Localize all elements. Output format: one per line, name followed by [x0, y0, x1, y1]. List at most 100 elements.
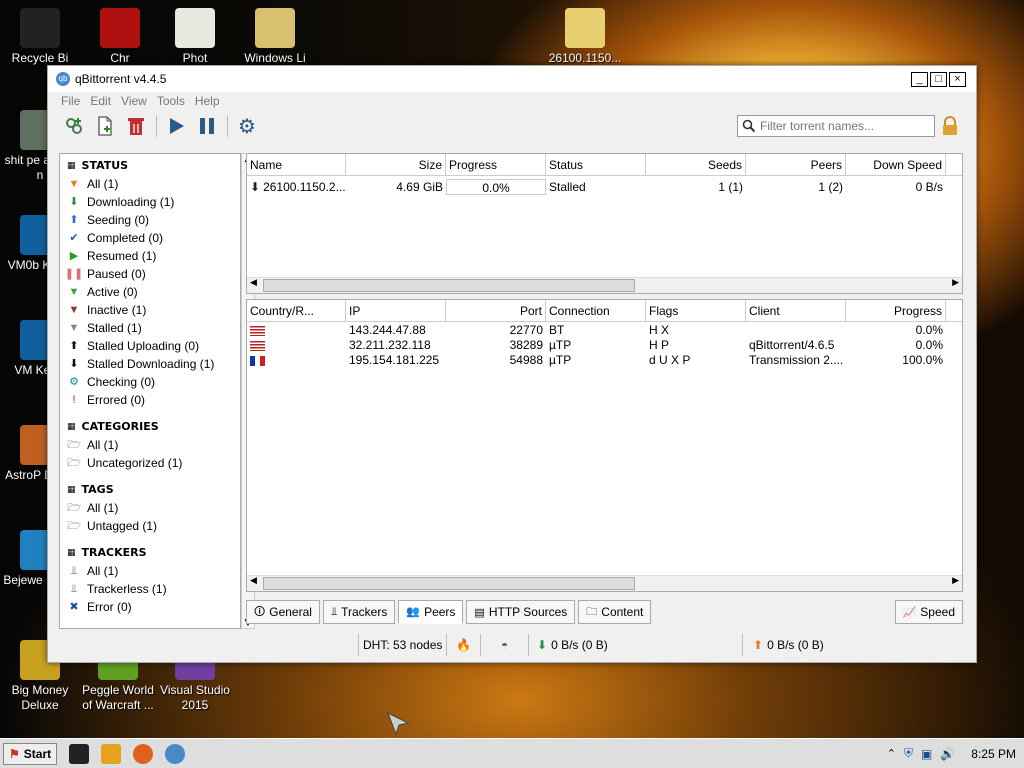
monitor-icon[interactable]: ▣: [921, 747, 932, 761]
lock-icon[interactable]: [941, 116, 959, 136]
download-speed-status[interactable]: ⬇ 0 B/s (0 B): [528, 634, 742, 656]
tab-peers[interactable]: 👥 Peers: [398, 600, 464, 624]
menu-help[interactable]: Help: [195, 94, 220, 108]
volume-icon[interactable]: 🔊: [940, 747, 955, 761]
resume-button[interactable]: [165, 115, 187, 137]
add-torrent-link-button[interactable]: [63, 115, 85, 137]
col-down-speed[interactable]: Down Speed: [846, 154, 946, 175]
peers-hscrollbar[interactable]: ◀ ▶: [247, 575, 962, 591]
pause-button[interactable]: [196, 115, 218, 137]
sidebar-item[interactable]: 🗁 Uncategorized (1): [60, 454, 240, 472]
menu-tools[interactable]: Tools: [157, 94, 185, 108]
sidebar-item[interactable]: ⬇ Stalled Downloading (1): [60, 355, 240, 373]
speed-button[interactable]: 📈 Speed: [894, 600, 963, 624]
torrent-row[interactable]: ⬇ 26100.1150.2... 4.69 GiB 0.0% Stalled 1…: [247, 179, 962, 195]
maximize-button[interactable]: □: [930, 71, 947, 87]
filter-box[interactable]: [737, 115, 935, 137]
speed-limit-icon[interactable]: ◓: [480, 634, 528, 656]
sidebar-item[interactable]: ⬆ Seeding (0): [60, 211, 240, 229]
clock[interactable]: 8:25 PM: [971, 747, 1016, 761]
title-bar[interactable]: qb qBittorrent v4.4.5 _ □ ×: [48, 66, 976, 92]
col-client[interactable]: Client: [746, 300, 846, 321]
tab-content[interactable]: 🗀 Content: [578, 600, 652, 624]
flame-icon[interactable]: 🔥: [446, 634, 480, 656]
tray-expand-icon[interactable]: ⌃: [887, 747, 896, 760]
col-country[interactable]: Country/R...: [247, 300, 346, 321]
sidebar-item[interactable]: ⚙ Checking (0): [60, 373, 240, 391]
scroll-right-icon[interactable]: ▶: [952, 278, 959, 288]
sidebar-item[interactable]: ✖ Error (0): [60, 598, 240, 616]
sidebar-item[interactable]: ▶ Resumed (1): [60, 247, 240, 265]
collapse-icon[interactable]: ▦: [67, 481, 76, 499]
peer-row[interactable]: 32.211.232.118 38289 µTP H P qBittorrent/4.6…: [247, 338, 962, 353]
sidebar-item[interactable]: 🗁 Untagged (1): [60, 517, 240, 535]
delete-button[interactable]: [125, 115, 147, 137]
scroll-thumb[interactable]: [263, 279, 635, 292]
sidebar-item[interactable]: ⫫ All (1): [60, 562, 240, 580]
scroll-left-icon[interactable]: ◀: [250, 576, 257, 586]
firefox-icon[interactable]: [133, 743, 154, 764]
menu-view[interactable]: View: [121, 94, 147, 108]
filter-input[interactable]: [760, 119, 930, 133]
sidebar-item[interactable]: ▼ All (1): [60, 175, 240, 193]
tab-http-sources[interactable]: ▤ HTTP Sources: [466, 600, 576, 624]
collapse-icon[interactable]: ▦: [67, 157, 76, 175]
torrent-list-header: Name Size Progress Status Seeds Peers Do…: [247, 154, 962, 176]
sidebar-item-label: Trackerless (1): [87, 582, 167, 596]
collapse-icon[interactable]: ▦: [67, 418, 76, 436]
col-status[interactable]: Status: [546, 154, 646, 175]
media-player-icon[interactable]: [101, 743, 122, 764]
options-button[interactable]: ⚙: [236, 114, 258, 138]
scroll-left-icon[interactable]: ◀: [250, 278, 257, 288]
sidebar-item[interactable]: 🗁 All (1): [60, 499, 240, 517]
minimize-button[interactable]: _: [911, 71, 928, 87]
close-button[interactable]: ×: [949, 71, 966, 87]
sidebar-item[interactable]: ▼ Stalled (1): [60, 319, 240, 337]
collapse-icon[interactable]: ▦: [67, 544, 76, 562]
torrent-list-hscrollbar[interactable]: ◀ ▶: [247, 277, 962, 293]
sidebar-item[interactable]: 🗁 All (1): [60, 436, 240, 454]
desktop-icon-label: Recycle Bi: [11, 51, 69, 65]
peer-row[interactable]: 195.154.181.225 54988 µTP d U X P Transmissi…: [247, 353, 962, 368]
sidebar-item[interactable]: ⬆ Stalled Uploading (0): [60, 337, 240, 355]
sidebar-item[interactable]: ! Errored (0): [60, 391, 240, 409]
start-button[interactable]: ⚑ Start: [3, 742, 58, 765]
peer-port: 54988: [509, 353, 543, 367]
menu-edit[interactable]: Edit: [90, 94, 111, 108]
scroll-right-icon[interactable]: ▶: [952, 576, 959, 586]
col-flags[interactable]: Flags: [646, 300, 746, 321]
col-size[interactable]: Size: [346, 154, 446, 175]
shield-icon[interactable]: ⛨: [904, 746, 913, 761]
sidebar-item[interactable]: ⫫ Trackerless (1): [60, 580, 240, 598]
sidebar-item[interactable]: ▼ Active (0): [60, 283, 240, 301]
up-arrow-icon: ⬆: [753, 638, 764, 652]
desktop-icon[interactable]: Windows Li: [235, 8, 315, 66]
scroll-thumb[interactable]: [263, 577, 635, 590]
desktop-icon[interactable]: Recycle Bi: [0, 8, 80, 66]
add-torrent-file-button[interactable]: [94, 115, 116, 137]
sidebar-item[interactable]: ✔ Completed (0): [60, 229, 240, 247]
sidebar-item[interactable]: ▼ Inactive (1): [60, 301, 240, 319]
qbittorrent-taskbar-icon[interactable]: [165, 743, 186, 764]
col-seeds[interactable]: Seeds: [646, 154, 746, 175]
tab-trackers[interactable]: ⫫ Trackers: [322, 600, 396, 624]
col-port[interactable]: Port: [446, 300, 546, 321]
terminal-icon[interactable]: [69, 743, 90, 764]
upload-speed-status[interactable]: ⬆ 0 B/s (0 B): [742, 634, 966, 656]
menu-file[interactable]: File: [61, 94, 80, 108]
tab-general[interactable]: 🛈 General: [246, 600, 320, 624]
col-name[interactable]: Name: [247, 154, 346, 175]
desktop-icon[interactable]: 26100.1150...: [545, 8, 625, 66]
col-peer-progress[interactable]: Progress: [846, 300, 946, 321]
col-peers[interactable]: Peers: [746, 154, 846, 175]
torrent-seeds: 1 (1): [718, 180, 743, 194]
col-connection[interactable]: Connection: [546, 300, 646, 321]
sidebar-item[interactable]: ⬇ Downloading (1): [60, 193, 240, 211]
desktop-icon[interactable]: Chr: [80, 8, 160, 66]
tracker-blue-icon: ⫫: [70, 565, 78, 577]
col-ip[interactable]: IP: [346, 300, 446, 321]
col-progress[interactable]: Progress: [446, 154, 546, 175]
sidebar-item[interactable]: ❚❚ Paused (0): [60, 265, 240, 283]
peer-row[interactable]: 143.244.47.88 22770 BT H X 0.0%: [247, 323, 962, 338]
desktop-icon[interactable]: Phot: [155, 8, 235, 66]
